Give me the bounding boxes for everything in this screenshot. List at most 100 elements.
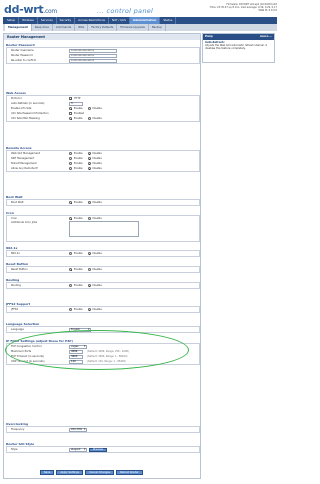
reset-enable-radio[interactable]	[69, 268, 72, 271]
mac-masking-enable-radio[interactable]	[69, 117, 72, 120]
disable-label: Disable	[92, 107, 102, 110]
subtab-commands[interactable]: Commands	[53, 24, 76, 31]
section-box: TCP Congestion Control vegas Maximum Por…	[6, 343, 200, 365]
help-body: Auto-Refresh: Adjusts the Web GUI automa…	[203, 40, 274, 51]
jffs2-disable-radio[interactable]	[87, 308, 91, 311]
reenter-input[interactable]: ••••••••••••••••••	[69, 58, 117, 63]
enable-label: Enable	[74, 157, 83, 160]
mac-masking-disable-radio[interactable]	[87, 117, 91, 120]
tab-setup[interactable]: Setup	[4, 17, 20, 24]
ssh-enable-radio[interactable]	[69, 157, 72, 160]
gui-disable-radio[interactable]	[87, 152, 91, 155]
username-input[interactable]: ••••••••••••••••••	[69, 48, 117, 53]
preview-button[interactable]: Preview	[89, 447, 108, 452]
tab-access-restrictions[interactable]: Access Restrictions	[75, 17, 109, 24]
password-input[interactable]: ••••••••••••••••••	[69, 53, 117, 58]
tab-services[interactable]: Services	[38, 17, 57, 24]
enable-label: Enable	[74, 268, 83, 271]
subtab-management[interactable]: Management	[5, 24, 32, 31]
reset-disable-radio[interactable]	[87, 268, 91, 271]
help-panel: Help more... Auto-Refresh: Adjusts the W…	[202, 33, 275, 63]
ssh-disable-radio[interactable]	[87, 157, 91, 160]
disable-label: Disable	[92, 308, 102, 311]
main-panel: Router Management Router Password Router…	[3, 33, 201, 479]
tab-nat-qos[interactable]: NAT / QoS	[109, 17, 130, 24]
routing-disable-radio[interactable]	[87, 284, 91, 287]
any-ip-label: Allow Any Remote IP	[11, 167, 38, 170]
subtab-factory-defaults[interactable]: Factory Defaults	[88, 24, 118, 31]
reset-button-label: Reset Button	[11, 268, 28, 271]
cron-jobs-label: Additional Cron Jobs	[11, 221, 38, 224]
http-checkbox[interactable]	[69, 97, 72, 101]
style-label: Style	[11, 448, 18, 451]
jffs2-enable-radio[interactable]	[69, 308, 72, 311]
cron-disable-radio[interactable]	[87, 217, 91, 220]
disable-label: Disable	[92, 217, 102, 220]
tab-wireless[interactable]: Wireless	[19, 17, 38, 24]
jffs2-label: JFFS2	[11, 308, 18, 311]
cron-enable-radio[interactable]	[69, 217, 72, 220]
tab-administration[interactable]: Administration	[129, 17, 161, 24]
subtab-keep-alive[interactable]: Keep Alive	[32, 24, 53, 31]
max-ports-input[interactable]: 4096	[69, 349, 83, 354]
tcp-timeout-label: TCP Timeout (in seconds)	[11, 355, 44, 358]
section-box: 802.1x Enable Disable	[6, 250, 200, 257]
udp-timeout-input[interactable]: 120	[69, 359, 83, 364]
save-button[interactable]: Save	[40, 470, 55, 475]
boot-wait-enable-radio[interactable]	[69, 201, 72, 204]
dd-wrt-logo[interactable]: dd-wrt.com	[4, 4, 57, 17]
tab-security[interactable]: Security	[57, 17, 76, 24]
auto-refresh-input[interactable]: 3	[69, 101, 83, 106]
enable-label: Enable	[74, 167, 83, 170]
info-site-enable-radio[interactable]	[69, 107, 72, 110]
routing-label: Routing	[11, 284, 21, 287]
enable-label: Enable	[74, 252, 83, 255]
style-select[interactable]: elegant	[69, 447, 87, 452]
telnet-enable-radio[interactable]	[69, 162, 72, 165]
enable-label: Enable	[74, 152, 83, 155]
style-row: Style elegant Preview	[7, 447, 199, 452]
gui-enable-radio[interactable]	[69, 152, 72, 155]
dot1x-enable-radio[interactable]	[69, 252, 72, 255]
reset-button-section: Reset Button Reset Button Enable Disable	[6, 262, 200, 273]
enable-label: Enable	[74, 162, 83, 165]
info-site-disable-radio[interactable]	[87, 107, 91, 110]
frequency-select[interactable]: 200 MHz	[69, 427, 87, 432]
section-box: Web GUI Management Enable Disable SSH Man…	[6, 150, 200, 172]
info-site-label: Enable Info Site	[11, 107, 32, 110]
cancel-changes-button[interactable]: Cancel Changes	[85, 470, 115, 475]
tcp-cc-select[interactable]: vegas	[69, 344, 87, 349]
routing-enable-radio[interactable]	[69, 284, 72, 287]
apply-settings-button[interactable]: Apply Settings	[56, 470, 84, 475]
disable-label: Disable	[92, 162, 102, 165]
pw-protection-checkbox[interactable]	[69, 112, 72, 115]
protocol-label: Protocol	[11, 97, 22, 100]
any-ip-enable-radio[interactable]	[69, 167, 72, 170]
tcp-timeout-default: (Default: 3600, Range: 1 - 86400)	[87, 355, 128, 358]
subtab-firmware-upgrade[interactable]: Firmware Upgrade	[117, 24, 149, 31]
tab-status[interactable]: Status	[160, 17, 177, 24]
reboot-router-button[interactable]: Reboot Router	[116, 470, 143, 475]
subtab-backup[interactable]: Backup	[149, 24, 166, 31]
section-box: Language English	[6, 326, 200, 333]
boot-wait-section: Boot Wait Boot Wait Enable Disable	[6, 195, 200, 206]
telnet-disable-radio[interactable]	[87, 162, 91, 165]
disable-label: Disable	[92, 268, 102, 271]
dot1x-disable-radio[interactable]	[87, 252, 91, 255]
cron-jobs-textarea[interactable]	[69, 221, 139, 237]
tcp-timeout-input[interactable]: 3600	[69, 354, 83, 359]
boot-wait-disable-radio[interactable]	[87, 201, 91, 204]
jffs2-row: JFFS2 Enable Disable	[7, 307, 199, 312]
enable-label: Enable	[74, 284, 83, 287]
logo-com: .com	[43, 8, 57, 15]
subtab-wol[interactable]: WOL	[75, 24, 89, 31]
language-select[interactable]: English	[69, 327, 91, 332]
section-box: Cron Enable Disable Additional Cron Jobs	[6, 215, 200, 242]
dot1x-label: 802.1x	[11, 252, 20, 255]
help-more-link[interactable]: more...	[260, 34, 272, 40]
any-ip-disable-radio[interactable]	[87, 167, 91, 170]
page-title: Router Management	[4, 34, 200, 40]
language-row: Language English	[7, 327, 199, 332]
language-label: Language	[11, 328, 24, 331]
disable-label: Disable	[92, 157, 102, 160]
